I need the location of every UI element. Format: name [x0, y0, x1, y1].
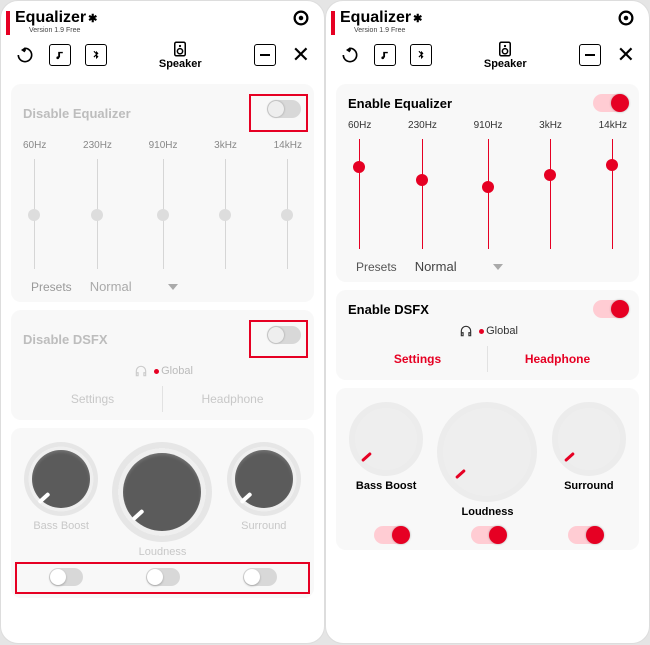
- chevron-down-icon: [168, 284, 178, 290]
- tab-headphone[interactable]: Headphone: [488, 346, 627, 372]
- settings-icon[interactable]: [617, 9, 635, 27]
- tab-settings[interactable]: Settings: [348, 346, 488, 372]
- refresh-icon[interactable]: [15, 45, 35, 65]
- presets-label: Presets: [31, 280, 72, 294]
- surround-dial[interactable]: [552, 402, 626, 476]
- knobs-panel: Bass Boost Loudness Surround: [336, 388, 639, 550]
- tab-headphone[interactable]: Headphone: [163, 386, 302, 412]
- version-label: Version 1.9 Free: [354, 27, 422, 34]
- eq-title: Enable Equalizer: [348, 96, 452, 111]
- bass-toggle[interactable]: [49, 568, 83, 586]
- bluetooth-box-icon[interactable]: [85, 44, 107, 66]
- slider-60hz[interactable]: [34, 159, 35, 269]
- screen-enabled: Equalizer✱ Version 1.9 Free Speaker ✕ En…: [325, 0, 650, 644]
- tab-settings[interactable]: Settings: [23, 386, 163, 412]
- slider-230hz[interactable]: [97, 159, 98, 269]
- slider-3khz[interactable]: [550, 139, 551, 249]
- presets-dropdown[interactable]: Normal: [415, 259, 503, 274]
- screen-disabled: Equalizer✱ Version 1.9 Free Speaker ✕: [0, 0, 325, 644]
- settings-icon[interactable]: [292, 9, 310, 27]
- dsfx-panel: Enable DSFX Global Settings Headphone: [336, 290, 639, 380]
- eq-sliders: 60Hz 230Hz 910Hz 3kHz 14kHz: [23, 140, 302, 271]
- bass-dial[interactable]: [349, 402, 423, 476]
- dsfx-title: Enable DSFX: [348, 302, 429, 317]
- minimize-icon[interactable]: [254, 44, 276, 66]
- bass-dial[interactable]: [24, 442, 98, 516]
- slider-3khz[interactable]: [225, 159, 226, 269]
- eq-toggle[interactable]: [267, 100, 301, 118]
- accent-bar: [331, 11, 335, 35]
- speaker-label: Speaker: [484, 58, 527, 70]
- slider-60hz[interactable]: [359, 139, 360, 249]
- accent-bar: [6, 11, 10, 35]
- dsfx-toggle[interactable]: [267, 326, 301, 344]
- loudness-dial[interactable]: [112, 442, 212, 542]
- status-dot-icon: [154, 369, 159, 374]
- app-title: Equalizer✱: [340, 9, 422, 27]
- bluetooth-icon: ✱: [413, 12, 422, 25]
- global-label: Global: [486, 325, 518, 337]
- eq-sliders: 60Hz 230Hz 910Hz 3kHz 14kHz: [348, 120, 627, 251]
- knobs-panel: Bass Boost Loudness Surround: [11, 428, 314, 598]
- global-label: Global: [161, 365, 193, 377]
- headphone-icon: [132, 364, 150, 378]
- surround-toggle[interactable]: [568, 526, 602, 544]
- refresh-icon[interactable]: [340, 45, 360, 65]
- surround-toggle[interactable]: [243, 568, 277, 586]
- bass-toggle[interactable]: [374, 526, 408, 544]
- equalizer-panel: Disable Equalizer 60Hz 230Hz 910Hz 3kHz …: [11, 84, 314, 302]
- minimize-icon[interactable]: [579, 44, 601, 66]
- slider-910hz[interactable]: [163, 159, 164, 269]
- music-icon[interactable]: [374, 44, 396, 66]
- slider-14khz[interactable]: [287, 159, 288, 269]
- speaker-device-icon: [171, 40, 189, 58]
- app-title: Equalizer✱: [15, 9, 97, 27]
- speaker-label: Speaker: [159, 58, 202, 70]
- slider-230hz[interactable]: [422, 139, 423, 249]
- loudness-toggle[interactable]: [471, 526, 505, 544]
- presets-label: Presets: [356, 260, 397, 274]
- headphone-icon: [457, 324, 475, 338]
- dsfx-panel: Disable DSFX Global Settings Headphone: [11, 310, 314, 420]
- slider-910hz[interactable]: [488, 139, 489, 249]
- speaker-device-icon: [496, 40, 514, 58]
- dsfx-title: Disable DSFX: [23, 332, 108, 347]
- equalizer-panel: Enable Equalizer 60Hz 230Hz 910Hz 3kHz 1…: [336, 84, 639, 282]
- version-label: Version 1.9 Free: [29, 27, 97, 34]
- dsfx-toggle[interactable]: [593, 300, 627, 318]
- slider-14khz[interactable]: [612, 139, 613, 249]
- loudness-dial[interactable]: [437, 402, 537, 502]
- presets-dropdown[interactable]: Normal: [90, 279, 178, 294]
- close-icon[interactable]: ✕: [617, 42, 635, 68]
- status-dot-icon: [479, 329, 484, 334]
- close-icon[interactable]: ✕: [292, 42, 310, 68]
- eq-title: Disable Equalizer: [23, 106, 131, 121]
- music-icon[interactable]: [49, 44, 71, 66]
- loudness-toggle[interactable]: [146, 568, 180, 586]
- surround-dial[interactable]: [227, 442, 301, 516]
- bluetooth-icon: ✱: [88, 12, 97, 25]
- chevron-down-icon: [493, 264, 503, 270]
- bluetooth-box-icon[interactable]: [410, 44, 432, 66]
- eq-toggle[interactable]: [593, 94, 627, 112]
